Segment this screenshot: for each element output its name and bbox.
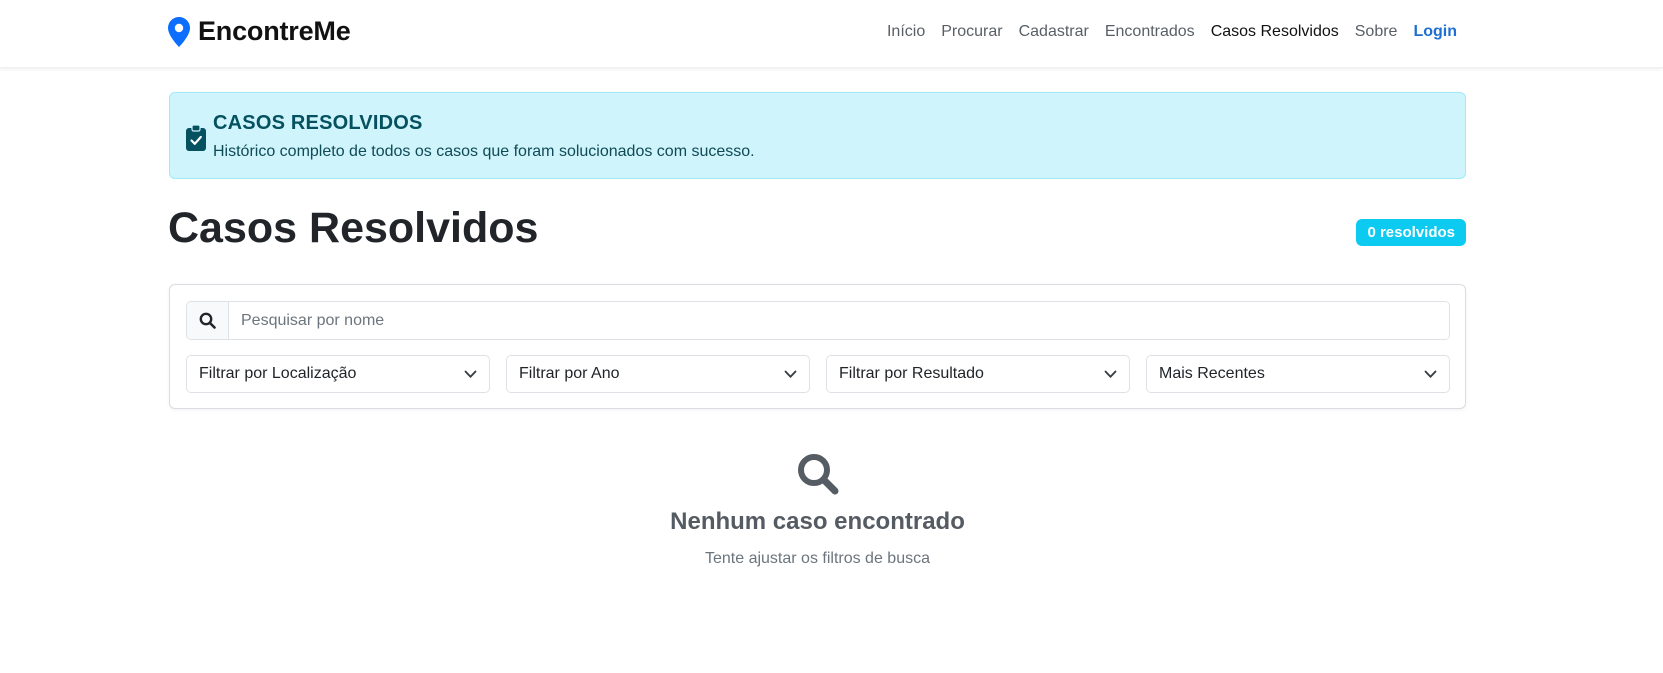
year-filter-value: Filtrar por Ano (519, 365, 620, 382)
chevron-down-icon (1104, 370, 1117, 378)
filter-selects: Filtrar por Localização Filtrar por Ano … (186, 355, 1450, 393)
brand-name: EncontreMe (198, 16, 351, 46)
nav-item-encontrados[interactable]: Encontrados (1105, 23, 1195, 41)
clipboard-check-icon (186, 125, 206, 151)
main-nav: Início Procurar Cadastrar Encontrados Ca… (871, 23, 1457, 41)
search-icon (199, 312, 216, 329)
location-filter-select[interactable]: Filtrar por Localização (186, 355, 490, 393)
chevron-down-icon (1424, 370, 1437, 378)
info-alert: CASOS RESOLVIDOS Histórico completo de t… (169, 92, 1466, 179)
year-filter-select[interactable]: Filtrar por Ano (506, 355, 810, 393)
empty-state-title: Nenhum caso encontrado (670, 508, 965, 535)
nav-item-casos-resolvidos[interactable]: Casos Resolvidos (1211, 23, 1339, 41)
search-icon (797, 454, 838, 495)
alert-subtitle: Histórico completo de todos os casos que… (213, 143, 755, 160)
sort-value: Mais Recentes (1159, 365, 1265, 382)
navbar: EncontreMe Início Procurar Cadastrar Enc… (0, 0, 1663, 68)
nav-item-sobre[interactable]: Sobre (1355, 23, 1398, 41)
result-filter-value: Filtrar por Resultado (839, 365, 984, 382)
page-title: Casos Resolvidos (168, 204, 539, 252)
chevron-down-icon (784, 370, 797, 378)
login-link[interactable]: Login (1413, 23, 1457, 41)
nav-item-procurar[interactable]: Procurar (941, 23, 1002, 41)
sort-select[interactable]: Mais Recentes (1146, 355, 1450, 393)
nav-item-inicio[interactable]: Início (887, 23, 925, 41)
alert-title: CASOS RESOLVIDOS (213, 112, 423, 134)
location-filter-value: Filtrar por Localização (199, 365, 357, 382)
chevron-down-icon (464, 370, 477, 378)
nav-item-cadastrar[interactable]: Cadastrar (1019, 23, 1089, 41)
brand-link[interactable]: EncontreMe (168, 16, 351, 47)
empty-state-subtitle: Tente ajustar os filtros de busca (704, 550, 930, 567)
search-input[interactable] (229, 302, 1449, 339)
map-pin-icon (168, 16, 190, 47)
filters-card: Filtrar por Localização Filtrar por Ano … (169, 284, 1466, 409)
result-filter-select[interactable]: Filtrar por Resultado (826, 355, 1130, 393)
empty-state: Nenhum caso encontrado Tente ajustar os … (169, 452, 1466, 568)
search-group (186, 301, 1450, 340)
search-addon (187, 302, 229, 339)
resolved-count-badge: 0 resolvidos (1356, 219, 1466, 246)
